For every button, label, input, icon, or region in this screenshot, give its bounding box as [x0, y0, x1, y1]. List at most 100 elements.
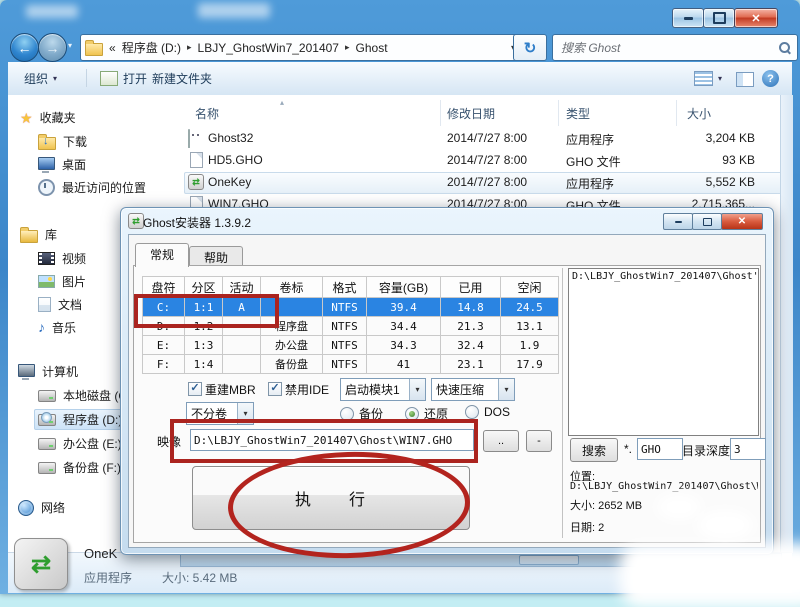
- history-dropdown[interactable]: ▾: [68, 41, 72, 50]
- rebuild-mbr-checkbox[interactable]: ✓: [188, 382, 202, 396]
- sidebar-item-pictures[interactable]: 图片: [38, 272, 86, 291]
- partition-row[interactable]: E:1:3 办公盘 NTFS34.3 32.41.9: [143, 336, 559, 355]
- dialog-minimize-button[interactable]: [663, 213, 693, 230]
- sidebar-label: 计算机: [42, 363, 78, 380]
- file-name: Ghost32: [208, 131, 253, 145]
- sidebar-item-desktop[interactable]: 桌面: [38, 155, 86, 174]
- disable-ide-checkbox[interactable]: ✓: [268, 382, 282, 396]
- computer-icon: [18, 364, 35, 377]
- details-file-type: 应用程序: [84, 569, 132, 586]
- breadcrumb-folder[interactable]: LBJY_GhostWin7_201407: [198, 41, 339, 55]
- radio-icon: [465, 405, 479, 419]
- column-header-type[interactable]: 类型: [566, 103, 590, 124]
- new-folder-button[interactable]: 新建文件夹: [152, 70, 212, 87]
- sidebar-item-libraries[interactable]: 库: [20, 225, 57, 244]
- crumb-separator-icon: ▸: [187, 42, 192, 53]
- column-header-size[interactable]: 大小: [687, 103, 711, 124]
- minimize-button[interactable]: [672, 8, 704, 28]
- dos-radio[interactable]: DOS: [465, 405, 510, 419]
- back-icon: ←: [18, 40, 32, 56]
- file-size: 3,204 KB: [640, 131, 755, 145]
- file-name: HD5.GHO: [208, 153, 263, 167]
- breadcrumb-drive[interactable]: 程序盘 (D:): [122, 39, 181, 56]
- file-size: 93 KB: [640, 153, 755, 167]
- maximize-button[interactable]: [703, 8, 735, 28]
- help-icon: ?: [767, 73, 774, 85]
- sidebar-item-downloads[interactable]: 下载: [38, 132, 87, 151]
- vertical-scrollbar[interactable]: [780, 95, 793, 553]
- fast-compress-select[interactable]: 快速压缩 ▾: [431, 378, 515, 401]
- depth-input[interactable]: 3: [730, 438, 766, 460]
- search-icon: [778, 41, 791, 54]
- chevron-down-icon: ▾: [68, 41, 72, 50]
- dialog-maximize-button[interactable]: [692, 213, 722, 230]
- remove-button[interactable]: -: [526, 430, 552, 452]
- column-divider[interactable]: [440, 100, 441, 126]
- search-box[interactable]: [552, 34, 798, 61]
- smudge-artifact: [656, 494, 702, 520]
- back-button[interactable]: ←: [10, 33, 39, 62]
- pattern-input[interactable]: GHO: [637, 438, 683, 460]
- tab-general[interactable]: 常规: [135, 243, 189, 267]
- annotation-partition-highlight: [134, 294, 279, 328]
- organize-label: 组织: [24, 70, 48, 87]
- sidebar-label: 办公盘 (E:): [63, 435, 122, 452]
- sidebar-label: 网络: [41, 499, 65, 516]
- sidebar-item-computer[interactable]: 计算机: [18, 362, 78, 381]
- minimize-icon: [684, 17, 693, 20]
- sidebar-item-office-disk-e[interactable]: 办公盘 (E:): [38, 434, 122, 453]
- views-button[interactable]: ▾: [694, 71, 722, 86]
- file-type: GHO 文件: [566, 153, 621, 170]
- column-divider[interactable]: [676, 100, 677, 126]
- onekey-large-icon: ⇄: [14, 538, 68, 590]
- browse-button[interactable]: ..: [483, 430, 519, 452]
- boot-module-select[interactable]: 启动模块1 ▾: [340, 378, 426, 401]
- blurred-title-text: [26, 5, 78, 18]
- search-button[interactable]: 搜索: [570, 438, 618, 462]
- check-icon: ✓: [270, 382, 279, 394]
- help-button[interactable]: ?: [762, 70, 779, 87]
- crumb-separator-icon: ▸: [345, 42, 350, 53]
- scrollbar-thumb[interactable]: [519, 555, 579, 565]
- sidebar-label: 收藏夹: [40, 109, 76, 126]
- organize-button[interactable]: 组织 ▾: [24, 70, 57, 87]
- sidebar-item-backup-disk-f[interactable]: 备份盘 (F:): [38, 458, 121, 477]
- libraries-icon: [20, 230, 38, 243]
- rebuild-mbr-label: 重建MBR: [205, 381, 256, 398]
- search-input[interactable]: [559, 40, 778, 56]
- dialog-close-button[interactable]: ✕: [721, 213, 763, 230]
- refresh-button[interactable]: ↻: [513, 34, 547, 61]
- sort-ascending-icon: ▴: [280, 98, 284, 107]
- image-date-text: 日期: 2: [570, 519, 604, 535]
- maximize-icon: [713, 12, 726, 24]
- open-button[interactable]: 打开: [100, 70, 147, 87]
- sidebar-item-videos[interactable]: 视频: [38, 249, 86, 268]
- forward-button[interactable]: →: [38, 33, 67, 62]
- details-file-name: OneK: [84, 546, 117, 561]
- preview-pane-button[interactable]: [736, 72, 754, 87]
- file-date: 2014/7/27 8:00: [447, 131, 527, 145]
- sidebar-label: 桌面: [62, 156, 86, 173]
- sidebar-item-music[interactable]: ♪ 音乐: [38, 318, 76, 337]
- file-size: 5,552 KB: [640, 175, 755, 189]
- blurred-title-text: [198, 3, 270, 18]
- sidebar-label: 音乐: [52, 319, 76, 336]
- close-button[interactable]: ✕: [734, 8, 778, 28]
- partition-row[interactable]: F:1:4 备份盘 NTFS41 23.117.9: [143, 355, 559, 374]
- sidebar-item-recent-places[interactable]: 最近访问的位置: [38, 178, 146, 197]
- tab-help[interactable]: 帮助: [189, 246, 243, 267]
- star-icon: ★: [20, 111, 33, 125]
- list-item[interactable]: D:\LBJY_GhostWin7_201407\Ghost': [572, 271, 759, 282]
- sidebar-item-network[interactable]: 网络: [18, 498, 65, 517]
- smudge-artifact: [696, 510, 754, 540]
- sidebar-item-favorites[interactable]: ★ 收藏夹: [20, 108, 76, 127]
- refresh-icon: ↻: [524, 39, 537, 57]
- address-bar[interactable]: « 程序盘 (D:) ▸ LBJY_GhostWin7_201407 ▸ Gho…: [80, 34, 520, 61]
- sidebar-item-documents[interactable]: 文档: [38, 295, 82, 314]
- column-divider[interactable]: [558, 100, 559, 126]
- ghost-file-list[interactable]: D:\LBJY_GhostWin7_201407\Ghost': [568, 268, 759, 436]
- new-folder-label: 新建文件夹: [152, 70, 212, 87]
- column-header-date[interactable]: 修改日期: [447, 103, 495, 124]
- breadcrumb-current[interactable]: Ghost: [356, 41, 388, 55]
- column-header-name[interactable]: 名称: [195, 103, 219, 124]
